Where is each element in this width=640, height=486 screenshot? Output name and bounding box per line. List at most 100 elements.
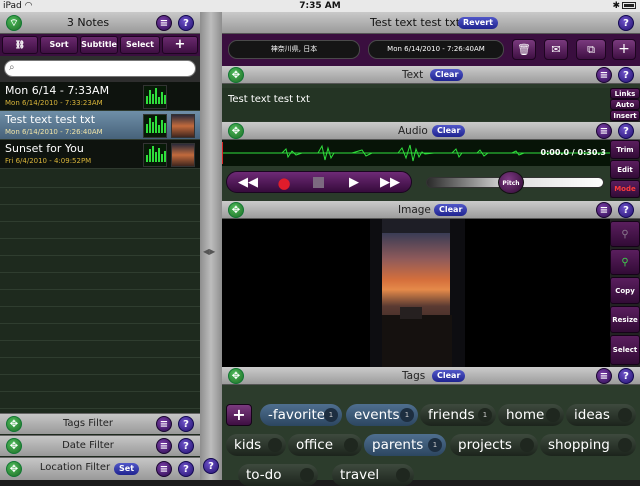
play-icon[interactable]: ▶ xyxy=(339,174,369,192)
tags-section-label: Tags xyxy=(402,370,426,382)
tag-ideas[interactable]: ideas xyxy=(566,404,636,426)
copy-button[interactable]: Copy xyxy=(610,277,640,304)
expand-icon[interactable]: ✥ xyxy=(228,123,244,139)
tag-office[interactable]: office xyxy=(288,434,362,456)
date-field[interactable]: Mon 6/14/2010 - 7:26:40AM xyxy=(368,40,504,59)
help-icon[interactable]: ? xyxy=(203,458,219,474)
mail-icon[interactable]: ✉ xyxy=(544,39,568,60)
add-note-button[interactable]: + xyxy=(162,36,198,54)
sort-button[interactable]: Sort xyxy=(40,36,78,54)
edit-button[interactable]: Edit xyxy=(610,160,640,179)
tag-kids[interactable]: kids xyxy=(226,434,286,456)
add-tag-button[interactable]: + xyxy=(226,404,252,426)
rewind-icon[interactable]: ◀◀ xyxy=(233,174,263,192)
empty-list-rows xyxy=(0,171,200,423)
date-filter-bar[interactable]: ✥ Date Filter ≡ ? xyxy=(0,435,200,456)
auto-button[interactable]: Auto xyxy=(610,99,640,110)
tag-label: events xyxy=(354,407,400,423)
tag-label: office xyxy=(296,437,334,453)
expand-icon[interactable]: ✥ xyxy=(228,202,244,218)
fast-forward-icon[interactable]: ▶▶ xyxy=(375,174,405,192)
photo-foreground xyxy=(382,315,452,367)
list-icon[interactable]: ≡ xyxy=(596,202,612,218)
list-icon[interactable]: ≡ xyxy=(156,438,172,454)
tag-home[interactable]: home xyxy=(498,404,564,426)
tag-travel[interactable]: travel xyxy=(332,464,414,486)
select-button[interactable]: Select xyxy=(610,335,640,365)
zoom-in-icon[interactable]: ⚲ xyxy=(610,249,640,275)
help-icon[interactable]: ? xyxy=(618,67,634,83)
revert-button[interactable]: Revert xyxy=(458,17,498,29)
list-icon[interactable]: ≡ xyxy=(156,416,172,432)
help-icon[interactable]: ? xyxy=(178,416,194,432)
stop-icon[interactable] xyxy=(303,174,333,192)
tag-parents[interactable]: parents 1 xyxy=(364,434,446,456)
image-section-header: ✥ Image Clear ≡ ? xyxy=(222,201,640,219)
list-item[interactable]: Sunset for You Fri 6/4/2010 - 4:09:52PM xyxy=(0,140,200,169)
list-icon[interactable]: ≡ xyxy=(596,67,612,83)
tag-count: 1 xyxy=(478,408,492,422)
help-icon[interactable]: ? xyxy=(618,123,634,139)
audio-clear-button[interactable]: Clear xyxy=(432,125,466,137)
bluetooth-battery: ✱ xyxy=(612,0,636,12)
image-side-tools: ⚲ ⚲ Copy Resize Select xyxy=(610,219,640,367)
tag-shopping[interactable]: shopping xyxy=(540,434,636,456)
tag-events[interactable]: events 1 xyxy=(346,404,418,426)
mode-button[interactable]: Mode xyxy=(610,180,640,198)
list-icon[interactable]: ≡ xyxy=(156,461,172,477)
help-icon[interactable]: ? xyxy=(618,368,634,384)
tags-clear-button[interactable]: Clear xyxy=(432,370,466,382)
text-editor[interactable]: Test text test txt xyxy=(222,88,610,121)
location-field[interactable]: 神奈川県, 日本 xyxy=(228,40,360,59)
trash-icon[interactable]: 🗑 xyxy=(512,39,536,60)
trim-button[interactable]: Trim xyxy=(610,140,640,159)
list-icon[interactable]: ≡ xyxy=(596,123,612,139)
audio-waveform[interactable]: 0:00.0 / 0:30.3 xyxy=(222,140,610,166)
pitch-knob[interactable]: Pitch xyxy=(498,171,524,194)
tag-label: -favorite xyxy=(268,407,326,423)
tag-label: ideas xyxy=(574,407,610,423)
set-button[interactable]: Set xyxy=(114,463,140,475)
list-icon[interactable]: ≡ xyxy=(596,368,612,384)
copy-note-icon[interactable]: ⧉ xyxy=(576,39,606,60)
location-filter-bar[interactable]: ✥ Location Filter Set ≡ ? xyxy=(0,457,200,480)
list-item-selected[interactable]: Test text test txt Mon 6/14/2010 - 7:26:… xyxy=(0,111,200,140)
help-icon[interactable]: ? xyxy=(618,202,634,218)
expand-icon[interactable]: ✥ xyxy=(228,368,244,384)
list-icon[interactable]: ≡ xyxy=(156,15,172,31)
audio-thumbnail xyxy=(143,85,167,109)
select-button[interactable]: Select xyxy=(120,36,160,54)
image-section-label: Image xyxy=(398,204,431,216)
image-clear-button[interactable]: Clear xyxy=(434,204,468,216)
resize-button[interactable]: Resize xyxy=(610,306,640,333)
help-icon[interactable]: ? xyxy=(178,461,194,477)
subtitle-button[interactable]: Subtitle xyxy=(80,36,118,54)
help-icon[interactable]: ? xyxy=(618,15,634,31)
search-icon: ⌕ xyxy=(9,62,15,73)
audio-thumbnail xyxy=(143,143,167,167)
link-icon[interactable]: ⛓ xyxy=(2,36,38,54)
tag-friends[interactable]: friends 1 xyxy=(420,404,496,426)
expand-icon[interactable]: ✥ xyxy=(228,67,244,83)
help-icon[interactable]: ? xyxy=(178,15,194,31)
tag-favorite[interactable]: -favorite 1 xyxy=(260,404,342,426)
tag-projects[interactable]: projects xyxy=(450,434,538,456)
list-item[interactable]: Mon 6/14 - 7:33AM Mon 6/14/2010 - 7:33:2… xyxy=(0,82,200,111)
search-input[interactable]: ⌕ xyxy=(4,60,196,77)
add-button[interactable]: + xyxy=(612,39,636,60)
text-content[interactable]: Test text test txt xyxy=(228,94,310,105)
image-thumbnail xyxy=(171,143,195,167)
note-info-row: 神奈川県, 日本 Mon 6/14/2010 - 7:26:40AM 🗑 ✉ ⧉… xyxy=(222,34,640,66)
insert-button[interactable]: Insert xyxy=(610,110,640,121)
tag-to-do[interactable]: to-do xyxy=(238,464,318,486)
zoom-out-icon[interactable]: ⚲ xyxy=(610,221,640,247)
text-clear-button[interactable]: Clear xyxy=(430,69,464,81)
tag-label: home xyxy=(506,407,545,423)
record-icon[interactable]: ● xyxy=(269,174,299,192)
image-viewer[interactable] xyxy=(222,219,610,367)
split-divider[interactable]: ◀▶ ? xyxy=(200,12,222,480)
photo-structure xyxy=(400,307,422,319)
help-icon[interactable]: ? xyxy=(178,438,194,454)
tags-filter-bar[interactable]: ✥ Tags Filter ≡ ? xyxy=(0,413,200,434)
links-button[interactable]: Links xyxy=(610,88,640,99)
